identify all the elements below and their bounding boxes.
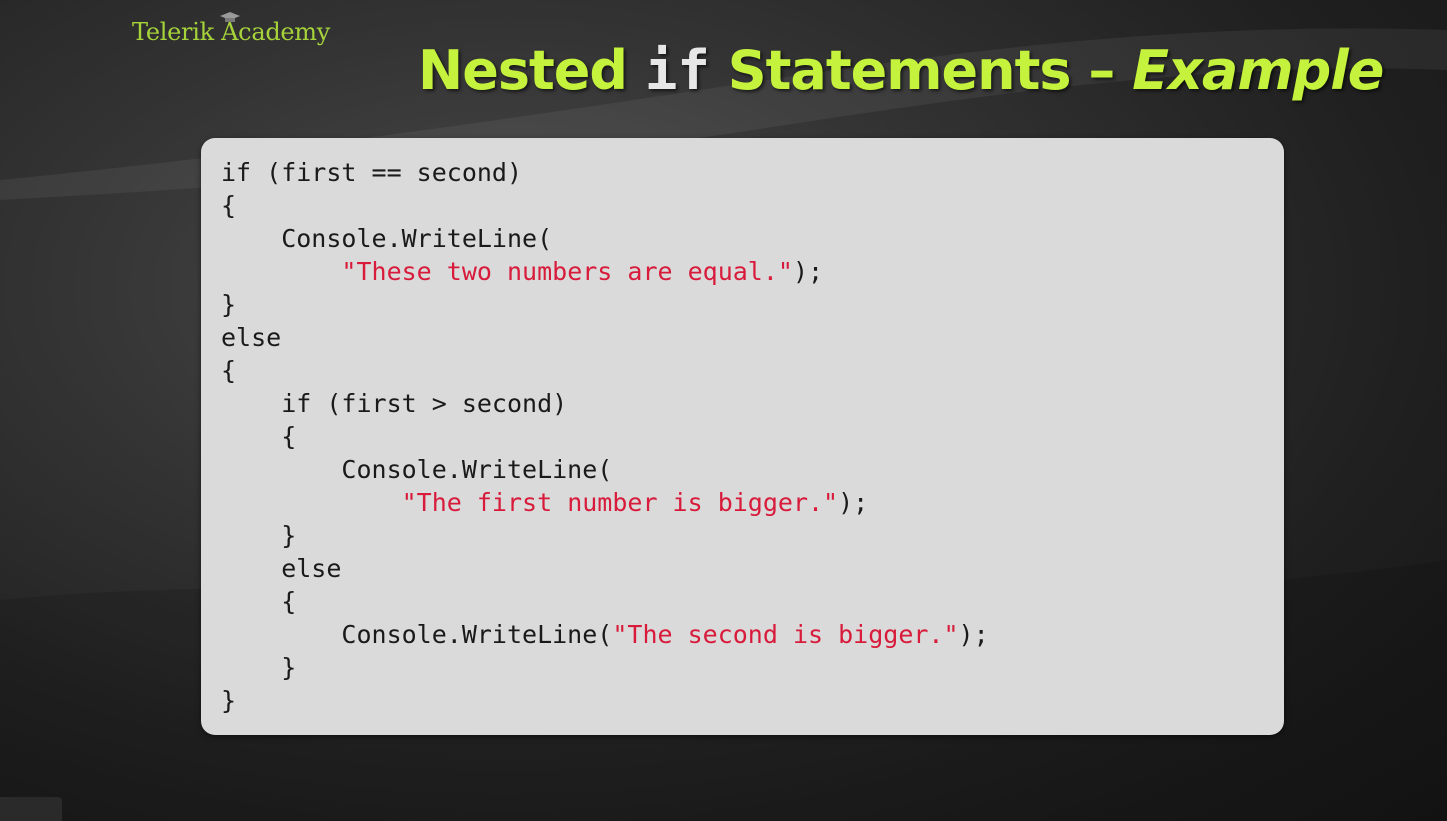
code-line: { (221, 585, 989, 618)
code-listing: if (first == second) { Console.WriteLine(… (221, 156, 989, 717)
code-block: if (first == second) { Console.WriteLine(… (201, 138, 1284, 735)
code-line: Console.WriteLine("The second is bigger.… (221, 618, 989, 651)
code-line: { (221, 354, 989, 387)
code-text: Console.WriteLine( (221, 455, 613, 484)
code-text: ); (838, 488, 869, 517)
code-line: if (first > second) (221, 387, 989, 420)
code-text: ); (792, 257, 824, 286)
graduation-cap-icon (220, 12, 240, 22)
code-text: if (first > second) (221, 389, 568, 418)
title-emphasis: Example (1132, 39, 1384, 102)
code-line: } (221, 684, 989, 717)
code-line: Console.WriteLine( (221, 222, 989, 255)
code-line: Console.WriteLine( (221, 453, 989, 486)
string-literal: "The second is bigger." (612, 620, 959, 649)
code-text: Console.WriteLine( (221, 224, 553, 253)
code-line: "The first number is bigger."); (221, 486, 989, 519)
title-part2: Statements – (709, 39, 1133, 102)
code-text: } (221, 686, 237, 715)
title-part1: Nested (418, 39, 645, 102)
code-line: "These two numbers are equal."); (221, 255, 989, 288)
code-line: else (221, 552, 989, 585)
title-keyword: if (644, 39, 710, 102)
code-text: } (221, 653, 297, 682)
code-text: { (221, 587, 297, 616)
code-text: } (221, 521, 297, 550)
code-text: { (221, 422, 297, 451)
code-text: { (221, 191, 237, 220)
code-line: } (221, 651, 989, 684)
code-line: else (221, 321, 989, 354)
code-text: Console.WriteLine( (221, 620, 613, 649)
code-line: { (221, 420, 989, 453)
code-line: { (221, 189, 989, 222)
code-line: } (221, 519, 989, 552)
telerik-academy-logo: Telerik Academy (132, 12, 330, 46)
slide-title: Nested if Statements – Example (418, 38, 1384, 104)
code-text: { (221, 356, 237, 385)
code-text: } (221, 290, 237, 319)
string-literal: "The first number is bigger." (401, 488, 839, 517)
code-text: ); (958, 620, 989, 649)
slide: Telerik Academy Nested if Statements – E… (0, 0, 1447, 821)
string-literal: "These two numbers are equal." (341, 257, 793, 286)
code-line: if (first == second) (221, 156, 989, 189)
corner-tab (0, 797, 62, 821)
code-text: if (first == second) (221, 158, 523, 187)
code-text: else (221, 554, 342, 583)
code-line: } (221, 288, 989, 321)
code-text: else (221, 323, 282, 352)
